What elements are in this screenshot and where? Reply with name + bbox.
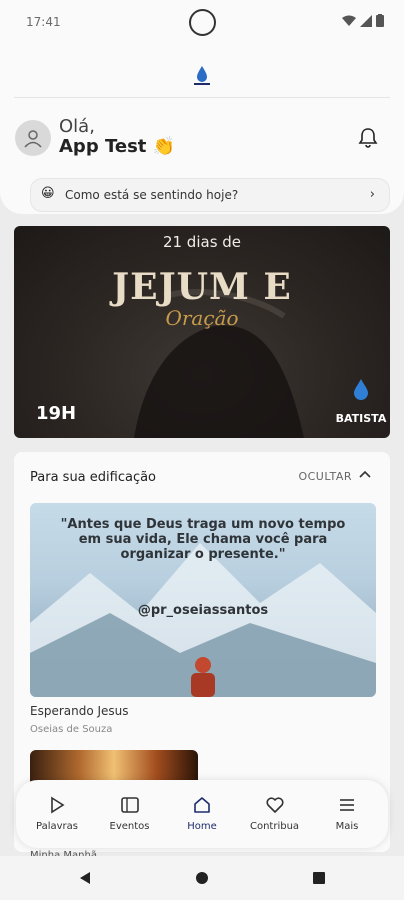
bell-icon[interactable]: [357, 126, 379, 148]
battery-icon: [376, 14, 384, 27]
nav-item-eventos[interactable]: Eventos: [95, 780, 165, 848]
banner-title: JEJUM E: [112, 266, 292, 308]
post-title[interactable]: Esperando Jesus: [30, 704, 129, 718]
hide-toggle-label: OCULTAR: [298, 470, 352, 483]
nav-label: Palavras: [36, 821, 78, 832]
wifi-icon: [342, 15, 356, 26]
banner-script: Oração: [165, 306, 239, 330]
post-author: Oseias de Souza: [30, 724, 113, 735]
user-name: App Test 👏: [59, 136, 176, 157]
recents-icon[interactable]: [312, 871, 326, 885]
system-nav-bar: [0, 856, 404, 900]
signal-icon: [360, 14, 372, 27]
avatar[interactable]: [15, 120, 51, 156]
calendar-icon: [120, 797, 139, 813]
nav-item-mais[interactable]: Mais: [312, 780, 382, 848]
nav-label: Mais: [335, 821, 359, 832]
play-icon: [51, 796, 65, 814]
nav-label: Home: [187, 821, 217, 832]
banner-subtitle: 21 dias de: [162, 233, 242, 251]
back-icon[interactable]: [78, 871, 92, 885]
bottom-nav: Palavras Eventos Home Contribua Mais: [16, 780, 388, 848]
jejum-banner[interactable]: 21 dias de JEJUM E Oração 19H BATISTA: [14, 226, 390, 438]
post-image[interactable]: "Antes que Deus traga um novo tempo em s…: [30, 503, 376, 697]
banner-brand: BATISTA: [335, 412, 387, 425]
nav-label: Eventos: [109, 821, 150, 832]
camera-cutout: [189, 9, 216, 36]
hide-toggle-button[interactable]: OCULTAR: [298, 470, 352, 483]
post-handle: @pr_oseiassantos: [137, 603, 269, 618]
banner-hour: 19H: [36, 403, 77, 424]
smile-emoji-icon: 😀: [41, 186, 55, 201]
status-time: 17:41: [26, 15, 61, 29]
nav-item-home[interactable]: Home: [167, 780, 237, 848]
nav-label: Contribua: [249, 821, 300, 832]
batista-logo-icon: [354, 379, 368, 400]
mood-prompt-button[interactable]: 😀 Como está se sentindo hoje? ›: [30, 178, 390, 212]
home-icon: [194, 797, 210, 813]
home-circle-icon[interactable]: [195, 871, 209, 885]
chevron-up-icon[interactable]: [358, 468, 372, 482]
nav-item-palavras[interactable]: Palavras: [22, 780, 92, 848]
nav-item-contribua[interactable]: Contribua: [240, 780, 310, 848]
greeting: Olá,: [59, 116, 95, 137]
mood-prompt-text: Como está se sentindo hoje?: [65, 188, 239, 202]
post-quote: "Antes que Deus traga um novo tempo em s…: [60, 517, 346, 562]
user-icon: [24, 130, 42, 148]
section-title: Para sua edificação: [30, 470, 157, 485]
church-logo: [194, 66, 210, 85]
status-bar: 17:41: [0, 0, 404, 44]
header-divider: [14, 97, 390, 98]
menu-icon: [340, 799, 354, 811]
heart-icon: [265, 797, 284, 813]
status-icons: [342, 14, 384, 27]
chevron-right-icon: ›: [369, 187, 375, 202]
